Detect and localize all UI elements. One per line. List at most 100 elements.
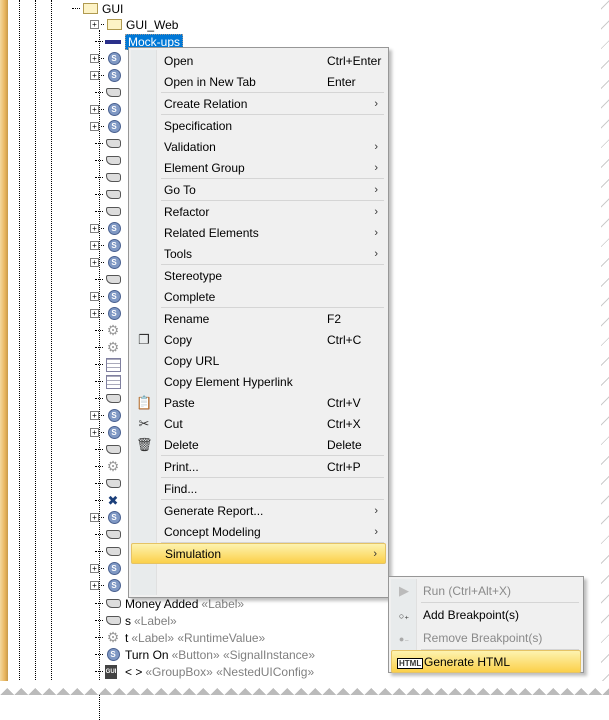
tree-node[interactable] (90, 135, 125, 152)
menu-item-label: Refactor (164, 204, 210, 219)
s-icon: S (106, 562, 122, 576)
tree-node[interactable]: GUI < > «GroupBox» «NestedUIConfig» (95, 663, 314, 680)
tree-node[interactable] (90, 152, 125, 169)
menu-item-cut[interactable]: ✂ Cut Ctrl+X (131, 413, 386, 434)
menu-item-stereotype[interactable]: Stereotype (131, 265, 386, 286)
tree-node[interactable] (90, 169, 125, 186)
tree-node[interactable]: + S (90, 220, 126, 237)
tree-node[interactable]: + S (90, 237, 126, 254)
menu-item-add-breakpoint-s[interactable]: ○₊ Add Breakpoint(s) (391, 603, 581, 626)
tree-node[interactable]: S Turn On «Button» «SignalInstance» (95, 646, 315, 663)
s-icon: S (106, 69, 122, 83)
tree-node[interactable]: ✖ (90, 492, 125, 509)
tree-node[interactable]: + S (90, 560, 126, 577)
expand-icon[interactable]: + (90, 258, 99, 267)
tree-connector (101, 432, 104, 433)
expand-icon[interactable]: + (90, 581, 99, 590)
menu-item-generate-html[interactable]: HTML Generate HTML (391, 650, 581, 673)
expand-icon[interactable]: + (90, 20, 99, 29)
menu-item-concept-modeling[interactable]: Concept Modeling › (131, 521, 386, 542)
menu-item-delete[interactable]: 🗑 Delete Delete (131, 434, 386, 455)
tree-node[interactable]: + S (90, 101, 126, 118)
menu-item-copy-element-hyperlink[interactable]: Copy Element Hyperlink (131, 371, 386, 392)
expand-icon[interactable]: + (90, 428, 99, 437)
menu-item-label: Stereotype (164, 268, 223, 283)
menu-item-related-elements[interactable]: Related Elements › (131, 222, 386, 243)
menu-item-label: Copy (164, 332, 193, 347)
tree-node[interactable] (90, 390, 125, 407)
expand-icon[interactable]: + (90, 292, 99, 301)
s-icon: S (106, 239, 122, 253)
tree-node[interactable]: + S (90, 67, 126, 84)
tree-connector (95, 92, 103, 93)
tree-node[interactable] (90, 526, 125, 543)
tree-node[interactable]: + S (90, 577, 126, 594)
tree-node[interactable]: ⚙ (90, 339, 125, 356)
menu-item-specification[interactable]: Specification (131, 115, 386, 136)
menu-item-open-in-new-tab[interactable]: Open in New Tab Enter (131, 71, 386, 92)
tree-node[interactable] (90, 271, 125, 288)
tree-node[interactable] (90, 475, 125, 492)
tree-node-gui[interactable]: GUI (72, 0, 123, 17)
expand-icon[interactable]: + (90, 411, 99, 420)
expand-icon[interactable]: + (90, 513, 99, 522)
tree-node[interactable]: + S (90, 424, 126, 441)
tree-connector (95, 398, 103, 399)
expand-icon[interactable]: + (90, 309, 99, 318)
menu-item-paste[interactable]: 📋 Paste Ctrl+V (131, 392, 386, 413)
menu-item-tools[interactable]: Tools › (131, 243, 386, 264)
tree-node[interactable] (90, 203, 125, 220)
menu-item-remove-breakpoint-s[interactable]: ●₋ Remove Breakpoint(s) (391, 626, 581, 649)
expand-icon[interactable]: + (90, 564, 99, 573)
expand-icon[interactable]: + (90, 105, 99, 114)
menu-item-open[interactable]: Open Ctrl+Enter (131, 50, 386, 71)
tree-connector (72, 8, 80, 9)
tree-node[interactable] (90, 441, 125, 458)
menu-item-find[interactable]: Find... (131, 478, 386, 499)
tree-node[interactable]: + S (90, 509, 126, 526)
tree-node[interactable]: s «Label» (95, 612, 177, 629)
expand-icon[interactable]: + (90, 122, 99, 131)
tree-node[interactable]: + S (90, 407, 126, 424)
s-icon: S (105, 648, 121, 662)
tree-node[interactable] (90, 186, 125, 203)
menu-item-element-group[interactable]: Element Group › (131, 157, 386, 178)
menu-item-generate-report[interactable]: Generate Report... › (131, 500, 386, 521)
expand-icon[interactable]: + (90, 241, 99, 250)
expand-icon[interactable]: + (90, 224, 99, 233)
tree-node[interactable]: ⚙ (90, 322, 125, 339)
menu-item-complete[interactable]: Complete (131, 286, 386, 307)
tree-node[interactable]: + S (90, 118, 126, 135)
tree-node[interactable]: + S (90, 305, 126, 322)
menu-item-label: Find... (164, 481, 198, 496)
menu-item-run-ctrl-alt-x[interactable]: ▶ Run (Ctrl+Alt+X) (391, 579, 581, 602)
tree-node[interactable]: ⚙ t «Label» «RuntimeValue» (95, 629, 265, 646)
tree-node[interactable] (90, 373, 125, 390)
menu-item-label: Print... (164, 459, 199, 474)
tree-node[interactable]: + S (90, 50, 126, 67)
menu-item-print[interactable]: Print... Ctrl+P (131, 456, 386, 477)
chevron-right-icon: › (374, 140, 378, 153)
tree-node[interactable] (90, 356, 125, 373)
menu-item-simulation[interactable]: Simulation › (131, 543, 386, 564)
menu-item-copy[interactable]: ❐ Copy Ctrl+C (131, 329, 386, 350)
tree-node[interactable]: ⚙ (90, 458, 125, 475)
tree-node[interactable] (90, 543, 125, 560)
menu-item-validation[interactable]: Validation › (131, 136, 386, 157)
menu-item-copy-url[interactable]: Copy URL (131, 350, 386, 371)
gear-icon: ⚙ (106, 629, 120, 645)
tree-node-gui-web[interactable]: + GUI_Web (90, 16, 178, 33)
stereotype-label: «Button» «SignalInstance» (171, 647, 316, 662)
expand-icon[interactable]: + (90, 71, 99, 80)
mockup-icon (105, 35, 121, 49)
tree-node[interactable]: + S (90, 254, 126, 271)
tree-connector (101, 24, 104, 25)
expand-icon[interactable]: + (90, 54, 99, 63)
menu-item-rename[interactable]: Rename F2 (131, 308, 386, 329)
menu-item-refactor[interactable]: Refactor › (131, 201, 386, 222)
tree-node[interactable]: + S (90, 288, 126, 305)
label-icon (105, 392, 121, 406)
tree-node[interactable] (90, 84, 125, 101)
menu-item-create-relation[interactable]: Create Relation › (131, 93, 386, 114)
menu-item-go-to[interactable]: Go To › (131, 179, 386, 200)
